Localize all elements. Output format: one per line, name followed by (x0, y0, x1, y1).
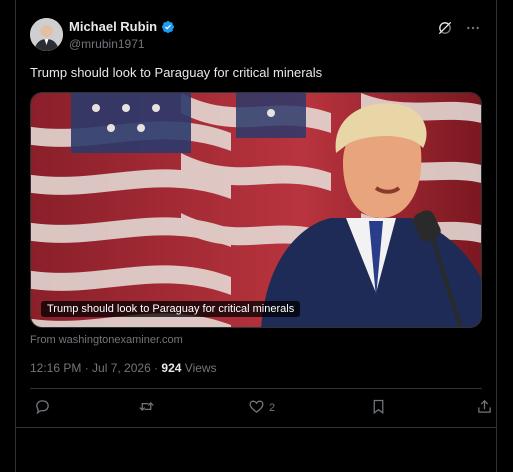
author-display-name[interactable]: Michael Rubin (69, 19, 157, 34)
retweet-button[interactable] (138, 398, 159, 418)
verified-badge-icon (161, 20, 175, 34)
share-button[interactable] (476, 398, 493, 418)
more-icon[interactable] (465, 20, 481, 36)
grok-icon[interactable] (437, 20, 453, 36)
bottom-divider (16, 427, 496, 428)
bookmark-icon (370, 398, 387, 418)
action-bar: 2 (30, 398, 491, 420)
top-actions (437, 20, 481, 36)
author-handle[interactable]: @mrubin1971 (69, 37, 145, 51)
tweet-column: Michael Rubin @mrubin1971 Trump should l… (15, 0, 497, 472)
tweet-text: Trump should look to Paraguay for critic… (30, 65, 323, 80)
author-name-row: Michael Rubin (69, 19, 175, 34)
share-icon (476, 398, 493, 418)
reply-icon (34, 398, 51, 418)
like-button[interactable]: 2 (248, 398, 275, 418)
meta-separator: · (150, 361, 162, 375)
like-count: 2 (269, 402, 276, 414)
bookmark-button[interactable] (370, 398, 391, 418)
avatar-image (30, 18, 63, 51)
divider (30, 388, 482, 389)
timestamp[interactable]: 12:16 PM · Jul 7, 2026 (30, 361, 151, 375)
card-image (31, 93, 481, 327)
views-label: Views (181, 361, 217, 375)
retweet-icon (138, 398, 155, 418)
avatar[interactable] (30, 18, 63, 51)
views-count: 924 (161, 361, 182, 375)
heart-icon (248, 398, 265, 418)
card-caption: Trump should look to Paraguay for critic… (41, 301, 301, 317)
reply-button[interactable] (34, 398, 55, 418)
link-card[interactable]: Trump should look to Paraguay for critic… (30, 92, 482, 328)
tweet-meta: 12:16 PM · Jul 7, 2026 · 924 Views (30, 361, 217, 375)
card-source[interactable]: From washingtonexaminer.com (30, 334, 183, 346)
